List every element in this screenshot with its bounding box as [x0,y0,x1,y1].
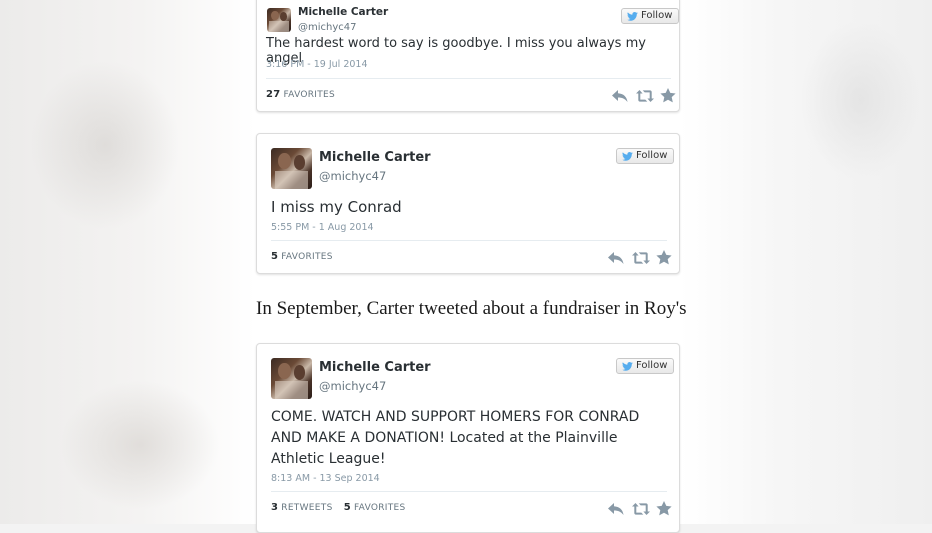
tweet-stats: 5 FAVORITES [271,251,341,262]
follow-label: Follow [636,150,668,161]
retweets-label: RETWEETS [281,503,333,513]
tweet-actions [608,250,672,265]
twitter-bird-icon [627,11,638,21]
tweet-divider [271,240,667,241]
tweet-stats: 3 RETWEETS 5 FAVORITES [271,502,414,513]
retweet-icon[interactable] [636,88,654,102]
tweet-card: Michelle Carter @michyc47 Follow COME. W… [256,343,680,533]
tweet-text: I miss my Conrad [271,198,402,216]
reply-icon[interactable] [608,501,624,515]
follow-label: Follow [636,360,668,371]
avatar[interactable] [271,358,312,399]
favorite-icon[interactable] [656,250,672,265]
favorites-count: 5 [343,502,352,513]
article-caption: In September, Carter tweeted about a fun… [256,298,687,319]
tweet-actions [608,501,672,516]
tweet-card: Michelle Carter @michyc47 Follow I miss … [256,133,680,274]
follow-button[interactable]: Follow [621,8,680,24]
tweet-author-handle[interactable]: @michyc47 [319,379,386,393]
tweet-timestamp[interactable]: 5:55 PM - 1 Aug 2014 [271,222,374,233]
avatar[interactable] [271,148,312,189]
background-blur-right [680,0,932,524]
retweet-icon[interactable] [632,501,650,515]
tweet-author-name[interactable]: Michelle Carter [319,360,431,375]
background-blur-left [0,0,255,524]
twitter-bird-icon [622,151,633,161]
follow-label: Follow [641,10,673,21]
favorites-stat[interactable]: 27 FAVORITES [266,89,336,100]
tweet-card: Michelle Carter @michyc47 Follow The har… [256,0,680,112]
favorites-label: FAVORITES [354,503,406,513]
retweet-icon[interactable] [632,250,650,264]
twitter-bird-icon [622,361,633,371]
tweet-timestamp[interactable]: 3:16 PM - 19 Jul 2014 [266,59,368,70]
favorites-label: FAVORITES [281,252,333,262]
favorites-label: FAVORITES [283,90,336,100]
tweet-divider [266,78,671,79]
follow-button[interactable]: Follow [616,148,675,164]
favorites-stat[interactable]: 5 FAVORITES [271,251,333,262]
tweet-author-name[interactable]: Michelle Carter [319,150,431,165]
tweet-timestamp[interactable]: 8:13 AM - 13 Sep 2014 [271,473,380,484]
reply-icon[interactable] [612,88,628,102]
favorites-count: 5 [271,251,279,262]
tweet-divider [271,491,667,492]
tweet-author-handle[interactable]: @michyc47 [319,169,386,183]
favorite-icon[interactable] [656,501,672,516]
avatar[interactable] [267,8,291,32]
tweet-author-name[interactable]: Michelle Carter [298,6,388,18]
retweets-stat[interactable]: 3 RETWEETS [271,502,333,513]
tweet-author-handle[interactable]: @michyc47 [298,22,357,33]
follow-button[interactable]: Follow [616,358,675,374]
reply-icon[interactable] [608,250,624,264]
tweet-actions [612,88,676,103]
favorites-stat[interactable]: 5 FAVORITES [343,502,406,513]
favorites-count: 27 [266,89,281,100]
retweets-count: 3 [271,502,279,513]
tweet-text: COME. WATCH AND SUPPORT HOMERS FOR CONRA… [271,409,640,467]
tweet-stats: 27 FAVORITES [266,89,343,100]
favorite-icon[interactable] [660,88,676,103]
